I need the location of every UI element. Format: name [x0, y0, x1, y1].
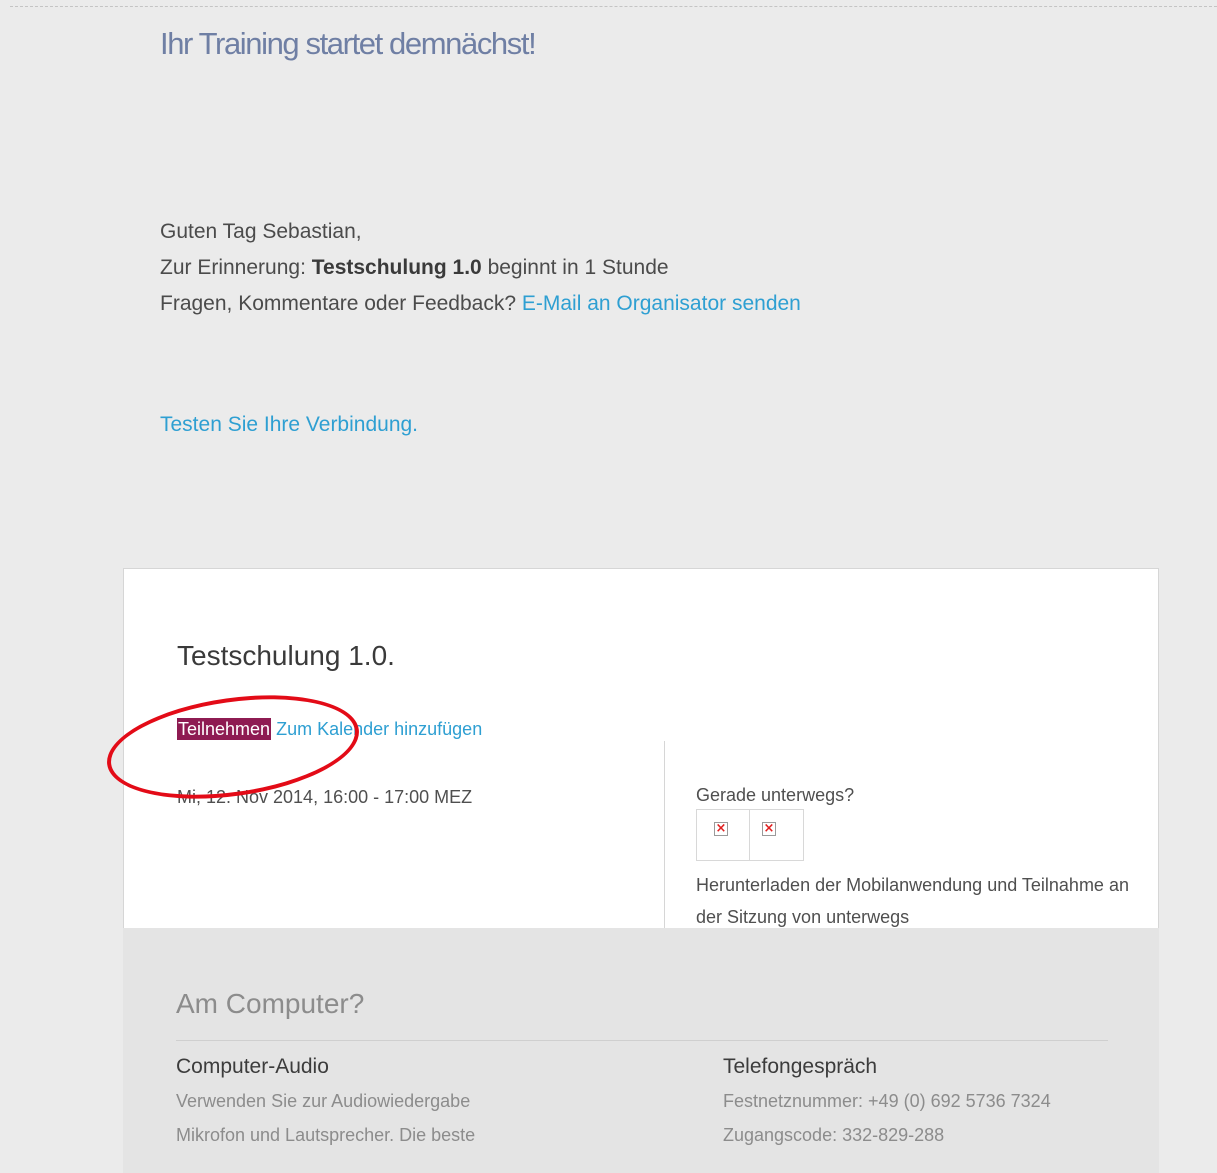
app-store-badge[interactable]: × — [696, 809, 750, 861]
computer-audio-column: Computer-Audio Verwenden Sie zur Audiowi… — [176, 1050, 476, 1152]
broken-image-icon: × — [762, 821, 776, 836]
session-card: Testschulung 1.0. Teilnehmen Zum Kalende… — [123, 568, 1159, 929]
computer-audio-title: Computer-Audio — [176, 1055, 329, 1078]
column-divider — [664, 741, 665, 929]
play-store-badge[interactable]: × — [750, 809, 804, 861]
training-name: Testschulung 1.0 — [311, 256, 482, 279]
mobile-description: Herunterladen der Mobilanwendung und Tei… — [696, 875, 1129, 927]
reminder-suffix: beginnt in 1 Stunde — [481, 256, 669, 279]
session-title: Testschulung 1.0. — [177, 640, 395, 671]
join-button[interactable]: Teilnehmen — [177, 718, 272, 740]
computer-section: Am Computer? Computer-Audio Verwenden Si… — [123, 928, 1159, 1173]
email-organizer-link[interactable]: E-Mail an Organisator senden — [522, 292, 801, 315]
section-divider — [176, 1040, 1108, 1041]
mobile-heading: Gerade unterwegs? — [696, 785, 855, 805]
feedback-prefix: Fragen, Kommentare oder Feedback? — [160, 292, 522, 315]
session-actions: Teilnehmen Zum Kalender hinzufügen — [177, 718, 482, 740]
test-connection-link[interactable]: Testen Sie Ihre Verbindung. — [160, 413, 418, 437]
reminder-line: Zur Erinnerung: Testschulung 1.0 beginnt… — [160, 250, 801, 286]
salutation: Guten Tag Sebastian, — [160, 220, 362, 243]
reminder-prefix: Zur Erinnerung: — [160, 256, 312, 279]
broken-image-icon: × — [714, 821, 728, 836]
page-title: Ihr Training startet demnächst! — [160, 26, 537, 61]
access-code: Zugangscode: 332-829-288 — [723, 1125, 945, 1145]
greeting-block: Guten Tag Sebastian, Zur Erinnerung: Tes… — [160, 214, 801, 322]
top-divider — [10, 6, 1217, 7]
computer-heading: Am Computer? — [176, 988, 365, 1019]
app-store-badges: × × — [696, 809, 804, 861]
phone-number: Festnetznummer: +49 (0) 692 5736 7324 — [723, 1091, 1051, 1111]
phone-column: Telefongespräch Festnetznummer: +49 (0) … — [723, 1050, 1083, 1152]
computer-audio-text: Verwenden Sie zur Audiowiedergabe Mikrof… — [176, 1091, 476, 1145]
feedback-line: Fragen, Kommentare oder Feedback? E-Mail… — [160, 286, 801, 322]
add-to-calendar-link[interactable]: Zum Kalender hinzufügen — [276, 719, 482, 739]
phone-title: Telefongespräch — [723, 1055, 878, 1078]
session-date: Mi, 12. Nov 2014, 16:00 - 17:00 MEZ — [177, 787, 473, 807]
